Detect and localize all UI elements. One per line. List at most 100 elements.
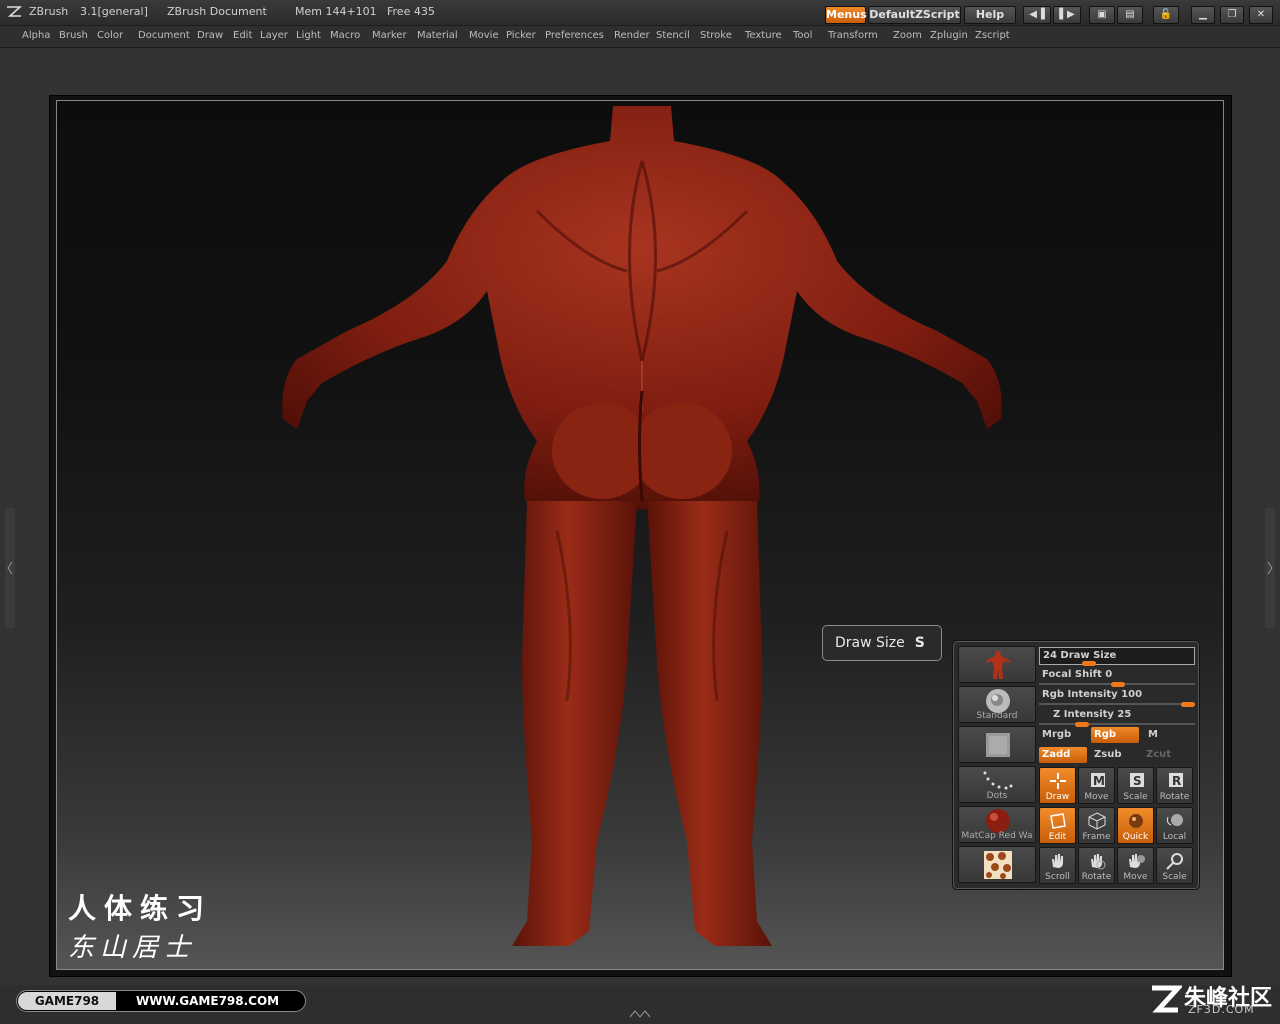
menu-texture[interactable]: Texture [745, 30, 782, 41]
title-bar: ZBrush 3.1[general] ZBrush Document Mem … [0, 0, 1280, 26]
menu-preferences[interactable]: Preferences [545, 30, 604, 41]
menus-button[interactable]: Menus [825, 6, 867, 24]
menu-material[interactable]: Material [417, 30, 458, 41]
overlay-title: 人体练习 [68, 892, 213, 925]
material-thumbnail[interactable]: MatCap Red Wa [958, 806, 1036, 843]
expand-ui-icon[interactable]: ▌▶ [1053, 6, 1081, 24]
rgb-toggle[interactable]: Rgb [1091, 727, 1139, 743]
move-m-icon: M [1091, 773, 1105, 788]
m-toggle[interactable]: M [1145, 727, 1165, 743]
menu-transform[interactable]: Transform [828, 30, 878, 41]
edit-frame-icon [1050, 813, 1066, 829]
zoom-magnifier-icon [1166, 853, 1183, 870]
rotate-view-button[interactable]: Rotate [1078, 847, 1115, 884]
menu-edit[interactable]: Edit [233, 30, 252, 41]
menu-document[interactable]: Document [138, 30, 190, 41]
default-zscript-button[interactable]: DefaultZScript [868, 6, 961, 24]
menu-zplugin[interactable]: Zplugin [930, 30, 968, 41]
move-view-button[interactable]: Move [1117, 847, 1154, 884]
free-readout: Free 435 [387, 5, 435, 18]
rgb-intensity-slider[interactable]: Rgb Intensity 100 [1039, 687, 1195, 707]
texture-thumbnail[interactable] [958, 846, 1036, 883]
local-sphere-icon [1166, 814, 1183, 826]
edit-mode-button[interactable]: Edit [1039, 807, 1076, 844]
draw-crosshair-icon [1050, 773, 1066, 789]
layout-b-icon[interactable]: ▤ [1117, 6, 1143, 24]
quick-sphere-icon [1129, 814, 1143, 828]
left-tray-handle-icon[interactable] [4, 508, 16, 628]
menu-bar: Alpha Brush Color Document Draw Edit Lay… [0, 26, 1280, 48]
layout-a-icon[interactable]: ▣ [1089, 6, 1115, 24]
memory-readout: Mem 144+101 [295, 5, 377, 18]
rotate-mode-button[interactable]: R Rotate [1156, 767, 1193, 804]
z-intensity-slider[interactable]: Z Intensity 25 [1039, 707, 1195, 727]
svg-text:S: S [1133, 774, 1142, 788]
menu-marker[interactable]: Marker [372, 30, 407, 41]
zbrush-logo-icon [7, 6, 22, 17]
lock-icon[interactable]: 🔓 [1153, 6, 1179, 24]
restore-icon[interactable]: ❐ [1220, 6, 1244, 24]
menu-macro[interactable]: Macro [330, 30, 360, 41]
focal-shift-label: Focal Shift 0 [1042, 669, 1113, 680]
menu-movie[interactable]: Movie [469, 30, 499, 41]
local-button[interactable]: Local [1156, 807, 1193, 844]
brand-domain: ZF3D.COM [1188, 1003, 1255, 1016]
overlay-author: 东山居士 [68, 933, 197, 963]
rotate-hand-icon [1091, 854, 1106, 870]
brand-z-logo-icon [1152, 985, 1182, 1013]
rgb-intensity-label: Rgb Intensity 100 [1042, 689, 1143, 700]
frame-cube-icon [1088, 812, 1106, 830]
stroke-thumbnail[interactable]: Dots [958, 766, 1036, 803]
menu-picker[interactable]: Picker [506, 30, 536, 41]
menu-draw[interactable]: Draw [197, 30, 223, 41]
move-mode-button[interactable]: M Move [1078, 767, 1115, 804]
menu-layer[interactable]: Layer [260, 30, 288, 41]
tooltip-label: Draw Size [835, 635, 905, 651]
help-button[interactable]: Help [964, 6, 1016, 24]
zcut-toggle[interactable]: Zcut [1143, 747, 1191, 763]
shrink-ui-icon[interactable]: ◀▐ [1023, 6, 1051, 24]
app-name: ZBrush [29, 5, 69, 18]
quick-button[interactable]: Quick [1117, 807, 1154, 844]
brush-name: Standard [976, 711, 1018, 721]
menu-stroke[interactable]: Stroke [700, 30, 732, 41]
focal-shift-slider[interactable]: Focal Shift 0 [1039, 667, 1195, 687]
mrgb-toggle[interactable]: Mrgb [1039, 727, 1087, 743]
minimize-icon[interactable]: ▁ [1191, 6, 1215, 24]
menu-zoom[interactable]: Zoom [893, 30, 922, 41]
draw-size-tooltip: Draw Size S [822, 625, 942, 661]
app-version: 3.1[general] [80, 5, 148, 18]
right-tray-handle-icon[interactable] [1264, 508, 1276, 628]
menu-render[interactable]: Render [614, 30, 650, 41]
menu-alpha[interactable]: Alpha [22, 30, 50, 41]
scale-s-icon: S [1130, 773, 1144, 788]
giraffe-texture-icon [984, 851, 1012, 879]
alpha-thumbnail[interactable] [958, 726, 1036, 763]
scroll-hand-icon [1052, 854, 1063, 868]
bottom-tray-handle-icon[interactable] [628, 1010, 652, 1018]
menu-zscript[interactable]: Zscript [975, 30, 1010, 41]
draw-size-label: 24 Draw Size [1043, 650, 1117, 661]
zsub-toggle[interactable]: Zsub [1091, 747, 1139, 763]
draw-size-slider[interactable]: 24 Draw Size [1039, 647, 1195, 666]
scale-mode-button[interactable]: S Scale [1117, 767, 1154, 804]
move-hand-icon [1129, 854, 1145, 868]
menu-brush[interactable]: Brush [59, 30, 88, 41]
rotate-r-icon: R [1169, 773, 1183, 788]
draw-mode-button[interactable]: Draw [1039, 767, 1076, 804]
alpha-texture-icon [986, 733, 1010, 757]
close-icon[interactable]: ✕ [1249, 6, 1273, 24]
menu-tool[interactable]: Tool [793, 30, 812, 41]
tool-thumbnail[interactable] [958, 646, 1036, 683]
zadd-toggle[interactable]: Zadd [1039, 747, 1087, 763]
brush-thumbnail[interactable]: Standard [958, 686, 1036, 723]
tooltip-hotkey: S [914, 635, 925, 651]
svg-text:R: R [1172, 774, 1181, 788]
menu-stencil[interactable]: Stencil [656, 30, 690, 41]
scroll-button[interactable]: Scroll [1039, 847, 1076, 884]
frame-button[interactable]: Frame [1078, 807, 1115, 844]
menu-color[interactable]: Color [97, 30, 123, 41]
draw-size-knob[interactable] [1082, 661, 1096, 666]
menu-light[interactable]: Light [296, 30, 321, 41]
scale-view-button[interactable]: Scale [1156, 847, 1193, 884]
